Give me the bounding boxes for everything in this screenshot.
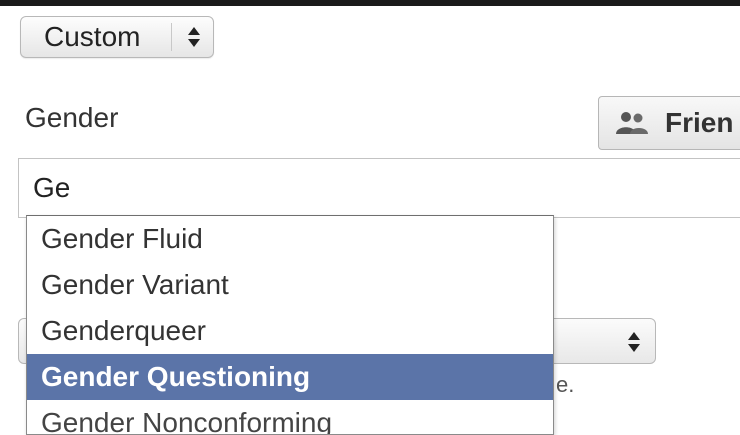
window-top-edge (0, 0, 740, 6)
custom-dropdown-label: Custom (44, 21, 141, 52)
custom-privacy-dropdown[interactable]: Custom (20, 16, 214, 58)
suggestion-item-gender-fluid[interactable]: Gender Fluid (27, 216, 553, 262)
gender-suggestion-list: Gender Fluid Gender Variant Genderqueer … (26, 215, 554, 435)
dropdown-separator (171, 23, 172, 51)
gender-label: Gender (25, 102, 119, 133)
suggestion-item-gender-variant[interactable]: Gender Variant (27, 262, 553, 308)
gender-input[interactable] (18, 158, 740, 218)
partial-hint-text: e. (556, 372, 575, 397)
audience-selector-button[interactable]: Frien (598, 96, 740, 150)
audience-button-label: Frien (665, 107, 734, 138)
updown-arrows-icon (188, 27, 200, 47)
suggestion-item-gender-nonconforming[interactable]: Gender Nonconforming (27, 400, 553, 434)
suggestion-item-genderqueer[interactable]: Genderqueer (27, 308, 553, 354)
suggestion-item-gender-questioning[interactable]: Gender Questioning (27, 354, 553, 400)
updown-arrows-icon (628, 332, 640, 352)
people-icon (616, 112, 648, 134)
